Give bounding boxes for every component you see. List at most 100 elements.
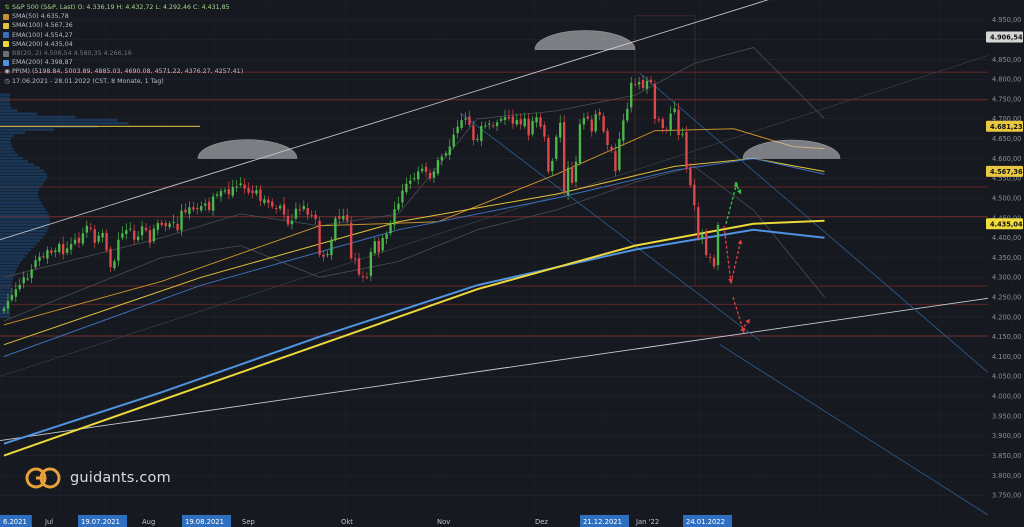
candle-body xyxy=(251,190,254,193)
y-tick-label: 4.650,00 xyxy=(992,135,1021,143)
mid-channel-line xyxy=(0,55,989,377)
candle-body xyxy=(428,172,432,179)
x-tick-label: Jul xyxy=(44,518,53,526)
candle-body xyxy=(184,209,187,213)
candle-body xyxy=(26,278,29,280)
candle-body xyxy=(633,83,637,85)
candle-body xyxy=(168,223,171,227)
candle-body xyxy=(326,253,329,256)
candle-body xyxy=(140,226,144,236)
vp-bar xyxy=(0,239,41,242)
vp-bar xyxy=(0,118,118,122)
candle-body xyxy=(708,256,712,258)
candle-body xyxy=(267,199,270,203)
vp-bar xyxy=(0,169,45,173)
candle-body xyxy=(716,225,720,266)
candle-body xyxy=(476,139,479,141)
candle-body xyxy=(286,215,290,225)
candle-body xyxy=(176,223,179,231)
candle-body xyxy=(14,289,18,297)
candle-body xyxy=(65,248,69,253)
legend-main: ⇅ S&P 500 (S&P, Last) O: 4.336,19 H: 4.4… xyxy=(3,3,243,12)
y-tick-label: 3.800,00 xyxy=(992,472,1021,480)
candle-body xyxy=(440,156,444,161)
candle-body xyxy=(637,82,641,85)
x-tick-label: Aug xyxy=(142,518,155,526)
candle-body xyxy=(302,206,305,210)
candle-body xyxy=(2,308,6,312)
vp-bar xyxy=(0,150,16,154)
candle-body xyxy=(519,119,522,125)
candle-body xyxy=(397,203,400,210)
legend-main-text: S&P 500 (S&P, Last) O: 4.336,19 H: 4.432… xyxy=(12,4,230,11)
candle-body xyxy=(555,136,558,159)
volume-profile xyxy=(0,93,200,318)
head-shoulder-arcs xyxy=(197,30,841,159)
candle-body xyxy=(61,244,65,255)
candle-body xyxy=(641,80,645,88)
x-tick-label: Dez xyxy=(535,518,548,526)
vp-bar xyxy=(0,315,11,318)
vp-bar xyxy=(0,194,39,198)
candle-body xyxy=(523,118,526,127)
candle-body xyxy=(653,83,657,119)
y-tick-label: 4.100,00 xyxy=(992,353,1021,361)
logo-text: guidants.com xyxy=(70,470,171,486)
candle-body xyxy=(436,160,440,174)
candle-body xyxy=(353,258,357,260)
candle-body xyxy=(357,258,361,275)
candle-body xyxy=(562,122,566,193)
vp-bar xyxy=(0,128,55,131)
candle-body xyxy=(192,207,195,210)
candle-body xyxy=(349,222,353,259)
vp-bar xyxy=(0,283,12,287)
candle-body xyxy=(527,118,530,136)
y-tick-label: 4.050,00 xyxy=(992,373,1021,381)
vp-bar xyxy=(0,232,46,236)
candle-body xyxy=(484,125,487,127)
candle-body xyxy=(464,118,467,120)
candle-body xyxy=(247,188,250,193)
candle-body xyxy=(507,116,511,119)
guidants-logo[interactable]: guidants.com xyxy=(24,464,171,492)
candle-body xyxy=(263,199,266,203)
legend-item-sma200: SMA(200) 4.435,04 xyxy=(3,40,243,49)
candle-body xyxy=(535,117,538,123)
x-tick-label: Okt xyxy=(341,518,353,526)
legend-item-sma100: SMA(100) 4.567,36 xyxy=(3,21,243,30)
y-tick-label: 4.300,00 xyxy=(992,274,1021,282)
candle-body xyxy=(282,204,286,215)
legend-pivot: ◉ PP(M) (5198.84, 5003.89, 4885.03, 4690.… xyxy=(4,68,244,76)
legend-item-sma50: SMA(50) 4.635,78 xyxy=(3,12,243,21)
candle-body xyxy=(227,188,231,195)
projection-arrow xyxy=(730,239,742,284)
candle-body xyxy=(117,239,120,261)
vp-bar xyxy=(0,280,13,284)
candle-body xyxy=(239,183,242,186)
vp-bar xyxy=(0,112,37,116)
vp-bar xyxy=(0,109,18,112)
candle-body xyxy=(255,190,258,194)
legend-item-bb: BB(20, 2) 4.506,54 4.580,35 4.266,16 xyxy=(3,49,243,58)
candle-body xyxy=(539,117,542,127)
candle-body xyxy=(30,269,33,279)
vp-bar xyxy=(0,182,44,185)
candle-body xyxy=(132,230,136,240)
candle-body xyxy=(164,223,167,227)
x-tick-label-highlight: 19.07.2021 xyxy=(81,518,120,526)
vp-bar xyxy=(0,245,35,249)
candle-body xyxy=(105,232,108,251)
candle-body xyxy=(424,166,428,172)
vp-bar xyxy=(0,220,51,223)
candle-body xyxy=(235,186,238,188)
arrow-head xyxy=(736,189,742,195)
candle-body xyxy=(223,190,227,192)
chart-legend: ⇅ S&P 500 (S&P, Last) O: 4.336,19 H: 4.4… xyxy=(3,3,243,86)
candle-body xyxy=(58,244,61,252)
candle-body xyxy=(420,168,424,172)
candle-body xyxy=(543,125,546,137)
candle-body xyxy=(136,236,140,241)
y-tick-label: 3.850,00 xyxy=(992,452,1021,460)
legend-period: ◷ 17.06.2021 - 28.01.2022 (CST, 8 Monate,… xyxy=(4,77,164,85)
y-tick-label: 4.400,00 xyxy=(992,234,1021,242)
